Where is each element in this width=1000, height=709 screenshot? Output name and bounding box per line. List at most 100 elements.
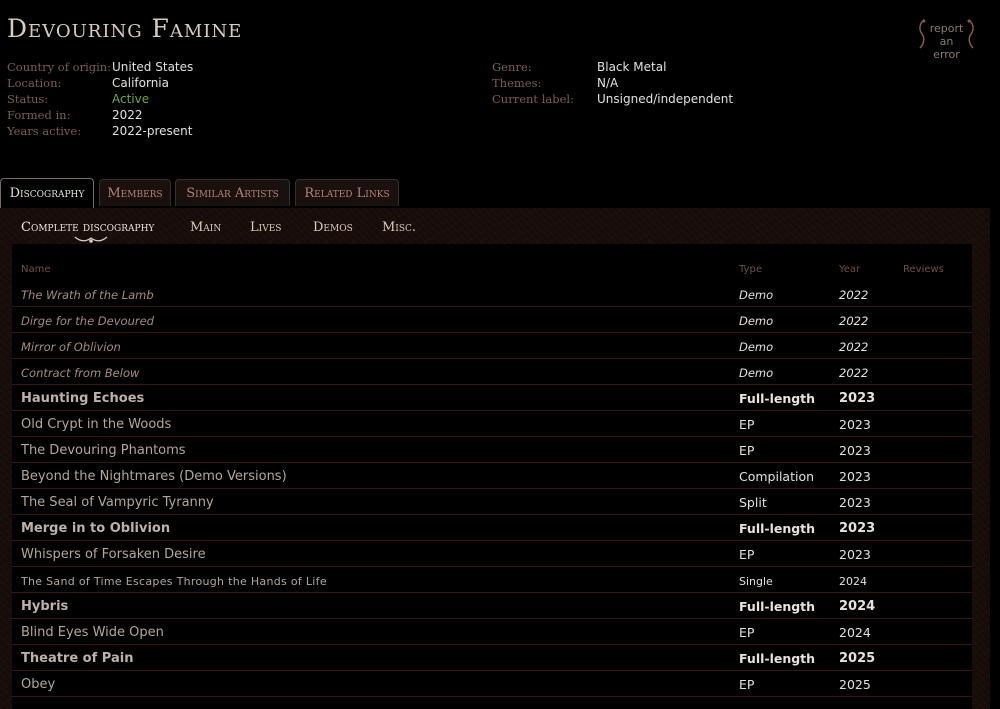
- stat-country: Country of origin: United States: [7, 59, 193, 75]
- report-line-1: report: [929, 22, 964, 35]
- table-row: Obey EP 2025: [12, 671, 972, 697]
- table-row: Dirge for the Devoured Demo 2022: [12, 307, 972, 333]
- stat-genre: Genre: Black Metal: [492, 59, 733, 75]
- release-year: 2023: [839, 521, 876, 536]
- table-row: Haunting Echoes Full-length 2023: [12, 385, 972, 411]
- report-error-link[interactable]: report an error: [917, 18, 977, 61]
- table-row: The Devouring Phantoms EP 2023: [12, 437, 972, 463]
- header-type[interactable]: Type: [739, 264, 762, 275]
- band-stats-left: Country of origin: United States Locatio…: [7, 59, 193, 139]
- stat-label: Status:: [7, 92, 49, 106]
- release-name-link[interactable]: Blind Eyes Wide Open: [21, 625, 164, 640]
- stat-label: Location:: [7, 76, 62, 90]
- stat-value[interactable]: United States: [112, 60, 193, 74]
- subtab-misc[interactable]: Misc.: [382, 220, 416, 235]
- release-type: Full-length: [739, 599, 816, 614]
- tab-members[interactable]: Members: [99, 179, 171, 206]
- release-name-link[interactable]: The Seal of Vampyric Tyranny: [21, 495, 214, 510]
- release-name-link[interactable]: Hybris: [21, 599, 68, 614]
- release-year: 2023: [839, 417, 871, 432]
- release-year: 2022: [839, 288, 869, 302]
- subtab-lives[interactable]: Lives: [250, 220, 281, 235]
- table-row: Beyond the Nightmares (Demo Versions) Co…: [12, 463, 972, 489]
- release-type: Compilation: [739, 469, 815, 484]
- release-name-link[interactable]: Mirror of Oblivion: [21, 340, 121, 354]
- release-type: EP: [739, 677, 755, 692]
- subtab-demos[interactable]: Demos: [313, 220, 353, 235]
- release-name-link[interactable]: Obey: [21, 677, 55, 692]
- stat-status: Status: Active: [7, 91, 193, 107]
- subtab-main[interactable]: Main: [190, 220, 221, 235]
- release-name-link[interactable]: The Devouring Phantoms: [21, 443, 186, 458]
- table-row: Blind Eyes Wide Open EP 2024: [12, 619, 972, 645]
- table-row: Hybris Full-length 2024: [12, 593, 972, 619]
- release-name-link[interactable]: Whispers of Forsaken Desire: [21, 547, 206, 562]
- release-name-link[interactable]: Merge in to Oblivion: [21, 521, 170, 536]
- release-name-link[interactable]: Dirge for the Devoured: [21, 314, 154, 328]
- release-year: 2023: [839, 443, 871, 458]
- stat-current-label: Current label: Unsigned/independent: [492, 91, 733, 107]
- stat-formed: Formed in: 2022: [7, 107, 193, 123]
- stat-value: 2022: [112, 108, 143, 122]
- release-name-link[interactable]: The Sand of Time Escapes Through the Han…: [21, 575, 327, 588]
- discography-panel: Complete discography Main Lives Demos Mi…: [0, 208, 990, 709]
- release-year: 2023: [839, 469, 871, 484]
- release-type: Demo: [739, 366, 774, 380]
- header-reviews[interactable]: Reviews: [903, 264, 944, 275]
- release-type: Full-length: [739, 391, 816, 406]
- release-name-link[interactable]: Theatre of Pain: [21, 651, 133, 666]
- report-line-2: an error: [933, 35, 960, 61]
- release-year: 2023: [839, 547, 871, 562]
- release-type: EP: [739, 547, 755, 562]
- release-name-link[interactable]: Haunting Echoes: [21, 391, 144, 406]
- release-year: 2025: [839, 677, 871, 692]
- release-year: 2024: [839, 599, 876, 614]
- table-row: The Wrath of the Lamb Demo 2022: [12, 281, 972, 307]
- tab-discography[interactable]: Discography: [0, 178, 94, 208]
- table-row: Contract from Below Demo 2022: [12, 359, 972, 385]
- release-name-link[interactable]: The Wrath of the Lamb: [21, 288, 154, 302]
- release-year: 2024: [839, 625, 871, 640]
- band-tabs: Discography Members Similar Artists Rela…: [0, 178, 990, 209]
- stat-label: Formed in:: [7, 108, 71, 122]
- header-name[interactable]: Name: [21, 264, 51, 275]
- release-year: 2023: [839, 391, 876, 406]
- stat-label: Themes:: [492, 76, 542, 90]
- table-row: Old Crypt in the Woods EP 2023: [12, 411, 972, 437]
- stat-value[interactable]: Unsigned/independent: [597, 92, 733, 106]
- header-year[interactable]: Year: [839, 264, 860, 275]
- release-type: Demo: [739, 288, 774, 302]
- table-row: Whispers of Forsaken Desire EP 2023: [12, 541, 972, 567]
- stat-location: Location: California: [7, 75, 193, 91]
- release-year: 2023: [839, 495, 871, 510]
- selected-flourish-icon: [74, 236, 108, 243]
- release-name-link[interactable]: Contract from Below: [21, 366, 139, 380]
- report-hook-right-icon: [967, 19, 974, 49]
- release-type: Full-length: [739, 651, 816, 666]
- release-year: 2022: [839, 314, 869, 328]
- release-type: Demo: [739, 340, 774, 354]
- band-stats-right: Genre: Black Metal Themes: N/A Current l…: [492, 59, 733, 107]
- stat-value: California: [112, 76, 169, 90]
- release-name-link[interactable]: Beyond the Nightmares (Demo Versions): [21, 469, 287, 484]
- release-year: 2022: [839, 366, 869, 380]
- release-year: 2024: [839, 575, 867, 588]
- tab-similar-artists[interactable]: Similar Artists: [175, 179, 290, 206]
- stat-value: 2022-present: [112, 124, 193, 138]
- stat-themes: Themes: N/A: [492, 75, 733, 91]
- report-hook-left-icon: [919, 19, 926, 49]
- release-type: Full-length: [739, 521, 816, 536]
- release-type: EP: [739, 443, 755, 458]
- release-type: Demo: [739, 314, 774, 328]
- status-badge: Active: [112, 92, 150, 106]
- tab-related-links[interactable]: Related Links: [295, 179, 399, 206]
- table-header: Name Type Year Reviews: [12, 264, 972, 282]
- table-row: Mirror of Oblivion Demo 2022: [12, 333, 972, 359]
- release-name-link[interactable]: Old Crypt in the Woods: [21, 417, 171, 432]
- release-type: Split: [739, 495, 767, 510]
- stat-value: Black Metal: [597, 60, 667, 74]
- table-row: The Seal of Vampyric Tyranny Split 2023: [12, 489, 972, 515]
- discography-table: Name Type Year Reviews The Wrath of the …: [12, 244, 972, 709]
- subtab-complete-discography[interactable]: Complete discography: [21, 220, 154, 235]
- release-type: Single: [739, 575, 773, 588]
